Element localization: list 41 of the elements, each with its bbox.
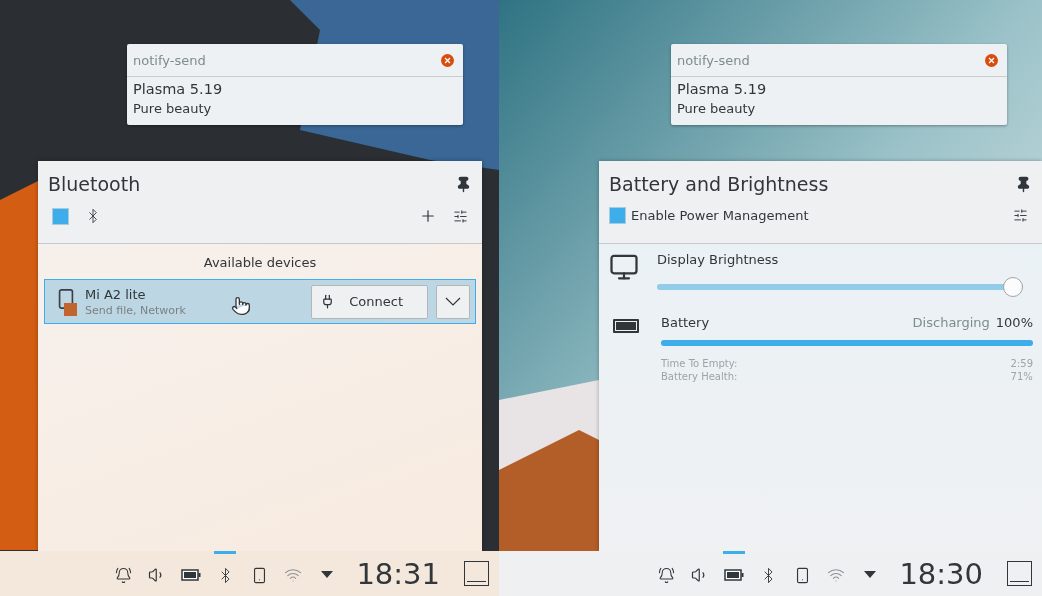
device-row[interactable]: Mi A2 lite Send file, Network Connect [44,279,476,324]
battery-status: Discharging [912,315,990,330]
notification-app-name: notify-send [133,52,206,68]
checkbox[interactable] [52,207,69,225]
checkbox-label: Enable Power Management [631,208,809,223]
clock[interactable]: 18:30 [899,556,983,591]
checkbox[interactable] [609,207,626,224]
device-name: Mi A2 lite [85,286,147,302]
notification-app-name: notify-send [677,52,750,68]
battery-percent: 100% [995,315,1033,330]
notification-body: Pure beauty [676,100,757,116]
device-services: Send file, Network [85,303,186,317]
settings-icon[interactable] [453,208,468,224]
settings-icon[interactable] [1013,208,1028,223]
battery-icon [613,319,639,333]
popup-title: Bluetooth [48,173,142,195]
battery-label: Battery [661,315,710,330]
pin-icon[interactable] [455,175,472,193]
connect-button[interactable]: Connect [311,284,428,319]
clock[interactable]: 18:31 [356,556,440,591]
close-icon[interactable] [985,53,998,67]
detail-label: Time To Empty: [661,358,739,369]
add-icon[interactable] [419,207,437,225]
notification-title: Plasma 5.19 [676,80,768,97]
pin-icon[interactable] [1015,175,1032,193]
monitor-icon [609,252,639,282]
section-heading: Available devices [202,254,318,272]
detail-value: 71% [1010,371,1033,382]
notification-body: Pure beauty [132,100,213,116]
brightness-slider[interactable] [657,277,1023,297]
detail-label: Battery Health: [661,371,739,382]
popup-title: Battery and Brightness [609,173,830,195]
slider-label: Display Brightness [657,252,780,267]
chevron-down-icon [445,297,461,306]
slider-handle[interactable] [1003,277,1023,297]
notification-title: Plasma 5.19 [132,80,224,97]
show-desktop-button[interactable] [464,561,489,586]
show-desktop-button[interactable] [1007,561,1032,586]
close-icon[interactable] [441,53,454,67]
detail-value: 2:59 [1010,358,1033,369]
hand-cursor-icon [231,296,251,316]
